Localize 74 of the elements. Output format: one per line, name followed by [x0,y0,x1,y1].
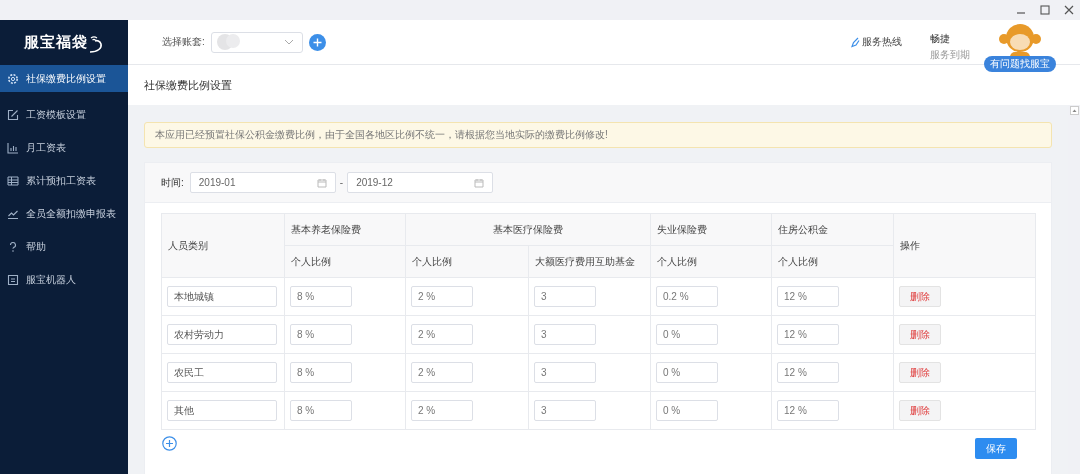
table-icon [7,174,19,187]
column-header: 失业保险费 [650,213,772,246]
sidebar-item[interactable]: 月工资表 [0,131,128,164]
column-header: 基本养老保险费 [284,213,406,246]
rate-field[interactable]: 3 [534,324,596,345]
rate-field[interactable]: 3 [534,286,596,307]
sidebar-item[interactable]: 帮助 [0,230,128,263]
add-button[interactable] [308,33,326,51]
rate-field[interactable]: 0.2 % [656,286,718,307]
hotline-link[interactable]: 服务热线 [851,35,902,49]
column-header: 人员类别 [161,213,285,278]
robot-icon [7,273,19,286]
rate-field[interactable]: 2 % [411,400,473,421]
column-header: 基本医疗保险费 [405,213,651,246]
rate-field[interactable]: 12 % [777,400,839,421]
notice-banner: 本应用已经预置社保公积金缴费比例，由于全国各地区比例不统一，请根据您当地实际的缴费比例修改! [144,122,1052,148]
calendar-icon [316,177,327,188]
column-header: 个人比例 [771,245,894,278]
edit-icon [7,108,19,121]
account-label: 选择账套: [162,35,205,49]
rate-field[interactable]: 0 % [656,362,718,383]
rate-field[interactable]: 0 % [656,400,718,421]
column-header: 操作 [893,213,1036,278]
category-field[interactable]: 其他 [167,400,277,421]
page-title: 社保缴费比例设置 [144,77,232,93]
time-label: 时间: [161,175,184,190]
close-icon[interactable] [1064,5,1074,15]
save-button[interactable]: 保存 [975,438,1017,459]
rate-field[interactable]: 3 [534,362,596,383]
sidebar-item[interactable]: 服宝机器人 [0,263,128,296]
rate-field[interactable]: 3 [534,400,596,421]
start-date-field[interactable]: 2019-01 [189,172,336,193]
calendar-icon [474,177,485,188]
chevron-down-icon [283,39,294,45]
rate-field[interactable]: 2 % [411,324,473,345]
rate-field[interactable]: 12 % [777,324,839,345]
sidebar-item[interactable]: 全员全额扣缴申报表 [0,197,128,230]
account-avatar-icon [215,33,242,51]
service-name: 畅捷 [930,32,950,46]
delete-button[interactable]: 删除 [899,324,941,345]
maximize-icon[interactable] [1040,5,1050,15]
scroll-up-icon[interactable] [1069,106,1079,115]
column-header: 大额医疗费用互助基金 [528,245,651,278]
rate-field[interactable]: 0 % [656,324,718,345]
range-separator: - [339,177,344,188]
sidebar-item[interactable]: 累计预扣工资表 [0,164,128,197]
help-badge[interactable]: 有问题找服宝 [984,56,1056,72]
rate-field[interactable]: 8 % [290,286,352,307]
help-icon [7,240,19,253]
rate-field[interactable]: 8 % [290,324,352,345]
sidebar-item[interactable]: 工资模板设置 [0,98,128,131]
category-field[interactable]: 农村劳动力 [167,324,277,345]
column-header: 住房公积金 [771,213,894,246]
add-row-icon[interactable] [162,436,177,451]
rate-field[interactable]: 12 % [777,362,839,383]
category-field[interactable]: 本地城镇 [167,286,277,307]
rate-field[interactable]: 12 % [777,286,839,307]
rate-field[interactable]: 2 % [411,362,473,383]
logo: 服宝福袋 [24,33,88,52]
sidebar-item[interactable]: 社保缴费比例设置 [0,65,128,92]
delete-button[interactable]: 删除 [899,362,941,383]
column-header: 个人比例 [284,245,406,278]
bar-chart-icon [7,141,19,154]
rate-field[interactable]: 8 % [290,362,352,383]
column-header: 个人比例 [405,245,529,278]
category-field[interactable]: 农民工 [167,362,277,383]
rate-field[interactable]: 8 % [290,400,352,421]
expiry-note: 服务到期 [930,48,970,62]
end-date-field[interactable]: 2019-12 [347,172,494,193]
rate-field[interactable]: 2 % [411,286,473,307]
settings-icon [7,72,19,85]
column-header: 个人比例 [650,245,772,278]
delete-button[interactable]: 删除 [899,286,941,307]
delete-button[interactable]: 删除 [899,400,941,421]
